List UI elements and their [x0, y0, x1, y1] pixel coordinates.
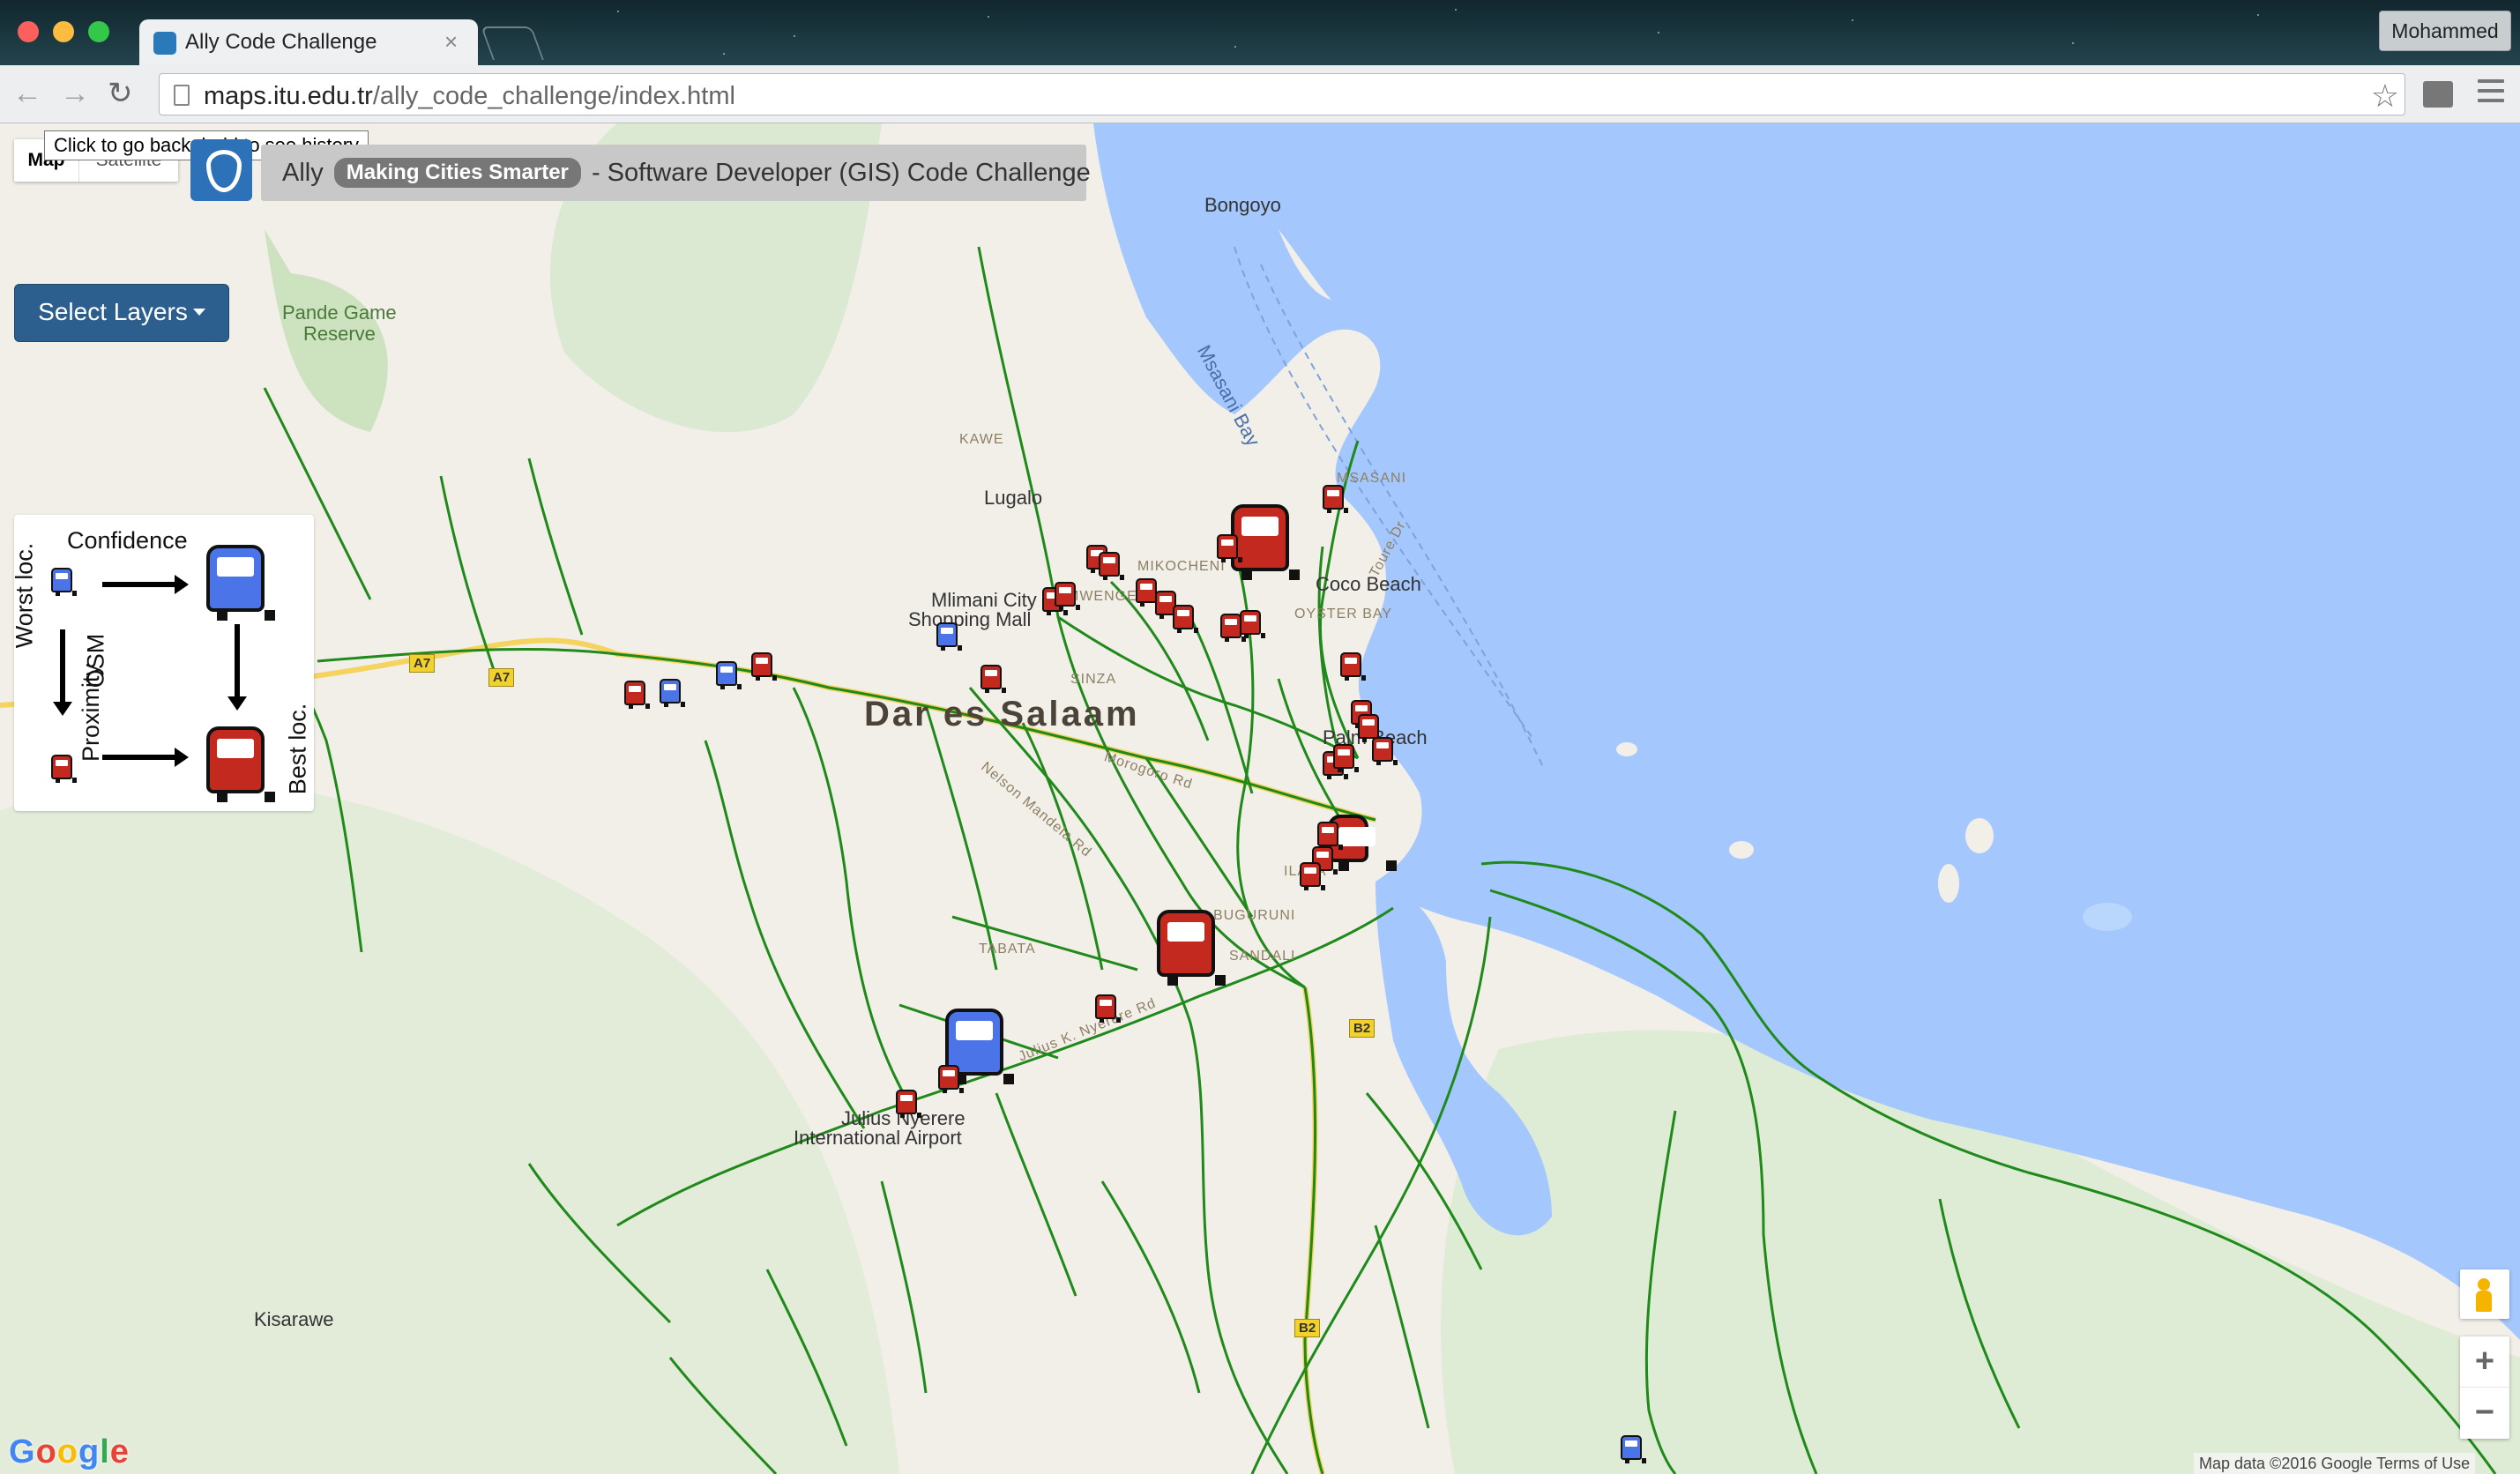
label-msasani: MSASANI	[1337, 471, 1407, 486]
page-header: Ally Making Cities Smarter - Software De…	[261, 145, 1091, 201]
road-shield-b2: B2	[1349, 1019, 1376, 1038]
legend-worst-location: Worst loc.	[11, 542, 38, 649]
legend-small-blue-bus-icon	[51, 568, 77, 596]
legend-arrow-right-icon	[102, 748, 189, 767]
bus-marker[interactable]	[1333, 744, 1359, 772]
bus-marker[interactable]	[1372, 737, 1398, 765]
bus-marker[interactable]	[1300, 862, 1325, 890]
label-shopping-mall: Shopping Mall	[908, 608, 1032, 630]
label-pande: Pande Game	[282, 302, 397, 324]
minimize-window-button[interactable]	[53, 21, 74, 42]
bus-marker-best[interactable]	[1157, 910, 1226, 986]
extension-icon[interactable]	[2423, 81, 2453, 108]
legend-large-blue-bus-icon	[206, 545, 275, 621]
map-attribution[interactable]: Map data ©2016 Google Terms of Use	[2194, 1453, 2476, 1474]
tab-strip: Ally Code Challenge × Mohammed	[0, 0, 2520, 65]
maximize-window-button[interactable]	[88, 21, 109, 42]
close-window-button[interactable]	[18, 21, 39, 42]
road-shield-a7-2: A7	[488, 668, 515, 687]
bus-marker[interactable]	[1055, 582, 1080, 610]
road-shield-a7: A7	[409, 654, 436, 673]
label-buguruni: BUGURUNI	[1213, 908, 1296, 923]
legend-proximity: Proximity	[78, 663, 104, 762]
bus-marker[interactable]	[1173, 605, 1198, 633]
url-text[interactable]: maps.itu.edu.tr/ally_code_challenge/inde…	[204, 82, 735, 111]
legend-confidence: Confidence	[67, 527, 188, 554]
bus-marker[interactable]	[938, 1065, 964, 1093]
label-coco-beach: Coco Beach	[1316, 573, 1421, 595]
bus-marker[interactable]	[1340, 652, 1366, 681]
bus-marker[interactable]	[1095, 994, 1121, 1023]
bus-marker[interactable]	[1099, 552, 1124, 580]
zoom-out-button[interactable]: −	[2460, 1388, 2509, 1439]
back-arrow-icon[interactable]: ←	[12, 78, 42, 109]
legend-arrow-down-icon	[53, 629, 72, 716]
bus-marker[interactable]	[896, 1090, 921, 1118]
label-mikocheni: MIKOCHENI	[1137, 559, 1226, 574]
bus-marker[interactable]	[624, 681, 650, 709]
bus-marker[interactable]	[1317, 822, 1343, 850]
select-layers-button[interactable]: Select Layers	[14, 284, 229, 342]
reload-icon[interactable]: ↻	[108, 78, 133, 109]
bus-marker-low-confidence[interactable]	[660, 679, 685, 707]
map-base	[0, 123, 2520, 1474]
label-bongoyo: Bongoyo	[1204, 194, 1281, 216]
header-prefix: Ally	[282, 159, 324, 187]
tab-title: Ally Code Challenge	[185, 30, 377, 54]
forward-arrow-icon[interactable]: →	[60, 78, 90, 109]
google-logo[interactable]: Google	[9, 1433, 130, 1471]
legend-large-red-bus-icon	[206, 726, 275, 802]
map-canvas[interactable]: A7 A7 B2 B2 Bongoyo Msasani Bay Lugalo M…	[0, 123, 2520, 1474]
ally-logo-icon	[190, 139, 252, 201]
bus-marker-low-confidence[interactable]	[936, 622, 962, 651]
label-sinza: SINZA	[1070, 672, 1117, 687]
legend-best-location: Best loc.	[284, 703, 311, 795]
legend-arrow-right-icon	[102, 575, 189, 594]
menu-icon[interactable]	[2478, 79, 2504, 108]
header-suffix: - Software Developer (GIS) Code Challeng…	[591, 159, 1091, 187]
bus-marker-low-confidence[interactable]	[1621, 1435, 1646, 1463]
label-sandali: SANDALI	[1229, 949, 1296, 964]
new-tab-button[interactable]	[481, 26, 544, 60]
bus-marker[interactable]	[980, 665, 1006, 693]
bus-marker[interactable]	[1220, 614, 1246, 642]
label-pande-2: Reserve	[303, 323, 376, 345]
zoom-control: + −	[2460, 1336, 2509, 1439]
browser-chrome: Ally Code Challenge × Mohammed ← → ↻ map…	[0, 0, 2520, 123]
legend-arrow-down-icon	[227, 624, 247, 711]
bus-marker[interactable]	[1136, 578, 1161, 607]
label-airport-2: International Airport	[794, 1127, 962, 1149]
legend-small-red-bus-icon	[51, 755, 77, 783]
label-dar-es-salaam: Dar es Salaam	[864, 695, 1140, 733]
street-view-pegman-icon[interactable]	[2460, 1269, 2509, 1319]
confidence-legend: Confidence Worst loc. Best loc. OSM Prox…	[11, 515, 314, 811]
browser-toolbar: ← → ↻ maps.itu.edu.tr/ally_code_challeng…	[0, 65, 2520, 123]
caret-down-icon	[192, 309, 205, 316]
bus-marker[interactable]	[1217, 534, 1242, 562]
label-tabata: TABATA	[979, 942, 1036, 957]
address-bar[interactable]: maps.itu.edu.tr/ally_code_challenge/inde…	[159, 73, 2405, 115]
bus-marker[interactable]	[1358, 714, 1383, 742]
page-icon	[174, 85, 190, 106]
bus-marker-low-confidence[interactable]	[716, 661, 742, 689]
close-tab-icon[interactable]: ×	[444, 28, 458, 56]
bookmark-star-icon[interactable]: ☆	[2371, 78, 2399, 115]
label-oyster-bay: OYSTER BAY	[1294, 607, 1393, 622]
road-shield-b2-2: B2	[1294, 1319, 1321, 1337]
label-kawe: KAWE	[959, 432, 1004, 447]
zoom-in-button[interactable]: +	[2460, 1336, 2509, 1388]
label-lugalo: Lugalo	[984, 487, 1043, 509]
bus-marker[interactable]	[1323, 485, 1348, 513]
bus-marker[interactable]	[751, 652, 777, 681]
select-layers-label: Select Layers	[38, 298, 188, 325]
header-badge: Making Cities Smarter	[333, 158, 581, 188]
profile-button[interactable]: Mohammed	[2379, 11, 2511, 51]
label-mwenge: MWENGE	[1067, 589, 1137, 604]
ally-favicon-icon	[153, 32, 176, 55]
label-kisarawe: Kisarawe	[254, 1308, 334, 1330]
bus-marker[interactable]	[1240, 610, 1265, 638]
tab-ally-code-challenge[interactable]: Ally Code Challenge ×	[139, 19, 478, 65]
